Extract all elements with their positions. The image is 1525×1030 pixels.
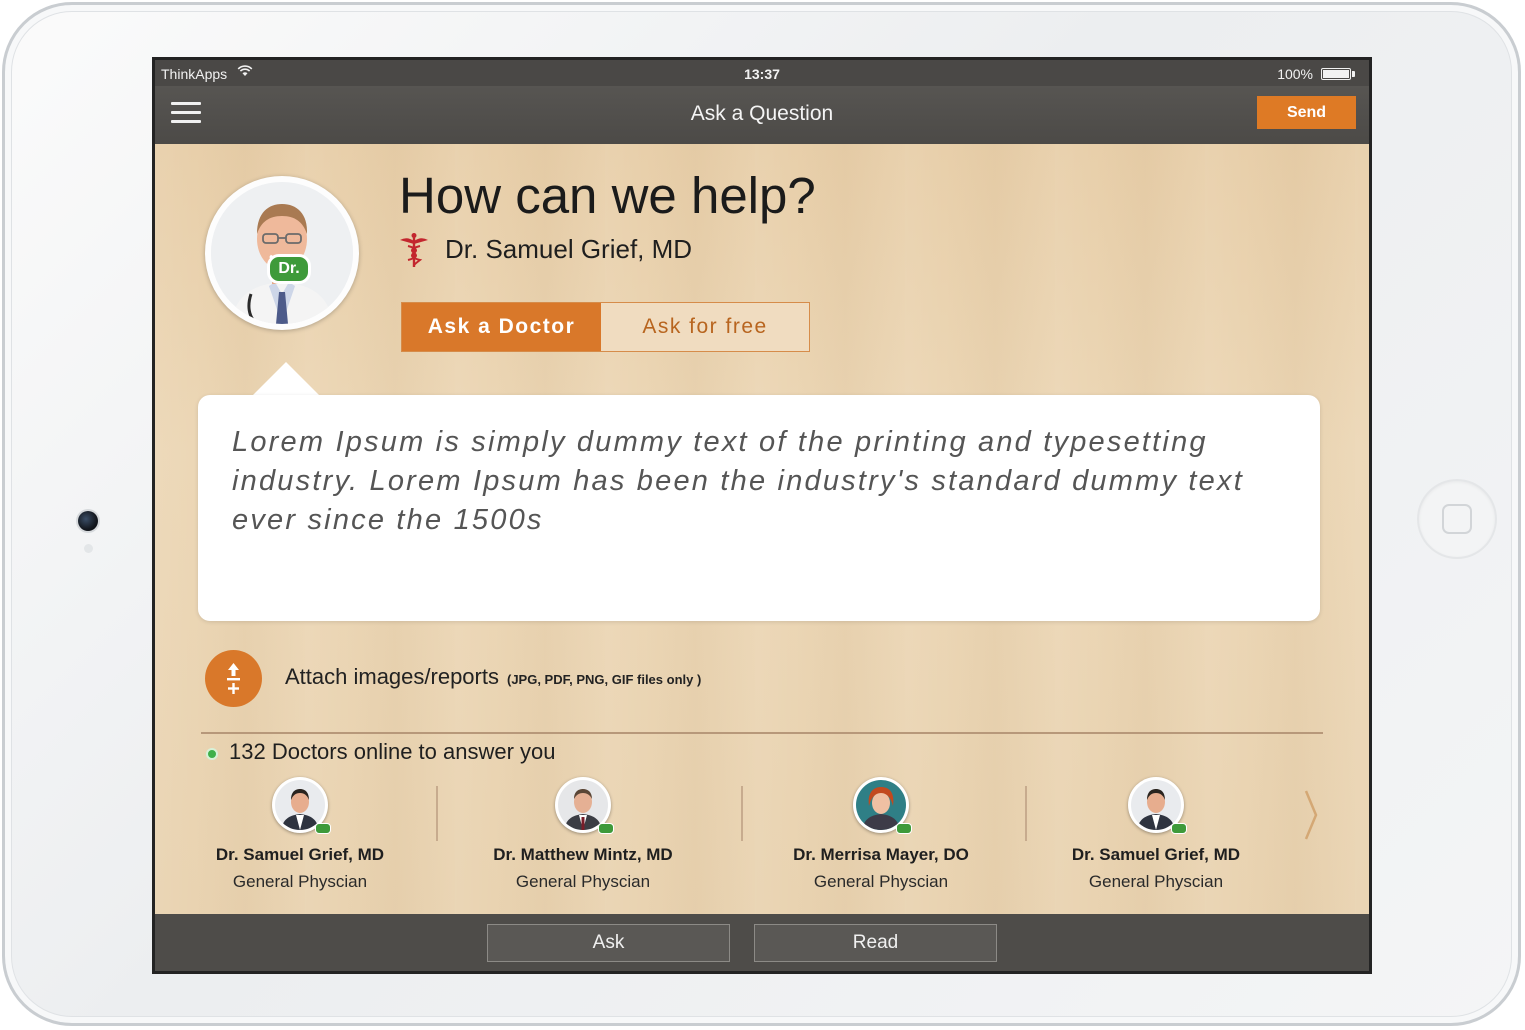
attach-label: Attach images/reports (JPG, PDF, PNG, GIF… [285, 664, 701, 690]
doctor-name: Dr. Samuel Grief, MD [445, 234, 693, 264]
doctor-name: Dr. Samuel Grief, MD [1071, 845, 1241, 864]
doctor-role: General Physcian [515, 872, 651, 891]
question-pointer [252, 362, 320, 396]
attach-file-types: (JPG, PDF, PNG, GIF files only ) [506, 672, 702, 687]
question-textarea[interactable]: Lorem Ipsum is simply dummy text of the … [198, 395, 1320, 621]
main-content: Dr. How can we help? Dr. Samuel Grief, M… [155, 144, 1369, 914]
dr-badge [315, 823, 331, 834]
battery-icon [1321, 68, 1351, 80]
status-bar: ThinkApps 13:37 100% [155, 60, 1369, 86]
bottom-tab-bar: Ask Read [155, 914, 1369, 971]
send-button[interactable]: Send [1257, 96, 1356, 129]
avatar [272, 777, 331, 834]
chevron-right-icon[interactable] [1303, 789, 1319, 841]
card-separator [436, 786, 438, 841]
page-title: Ask a Question [690, 102, 834, 125]
avatar [1128, 777, 1187, 834]
home-button[interactable] [1419, 481, 1495, 557]
headline: How can we help? [399, 167, 816, 224]
dr-badge [896, 823, 912, 834]
ask-a-doctor-tab[interactable]: Ask a Doctor [402, 303, 601, 351]
doctor-card[interactable]: Dr. Samuel Grief, MD General Physcian [165, 777, 435, 892]
doctor-card[interactable]: Dr. Merrisa Mayer, DO General Physcian [746, 777, 1016, 892]
doctor-role: General Physcian [813, 872, 949, 891]
doctor-role: General Physcian [232, 872, 368, 891]
sensor-dot [84, 544, 93, 553]
doctor-card[interactable]: Dr. Matthew Mintz, MD General Physcian [448, 777, 718, 892]
card-separator [741, 786, 743, 841]
upload-icon [227, 663, 240, 694]
ask-for-free-tab[interactable]: Ask for free [601, 303, 809, 351]
dr-badge [1171, 823, 1187, 834]
doctor-avatar [205, 176, 359, 330]
avatar [555, 777, 614, 834]
attach-text: Attach images/reports [285, 664, 499, 689]
online-indicator-icon [206, 748, 218, 760]
camera-icon [78, 511, 98, 531]
ask-tab-button[interactable]: Ask [487, 924, 730, 962]
online-count: 132 Doctors online to answer you [229, 739, 556, 764]
clock: 13:37 [744, 66, 780, 82]
home-square-icon [1442, 504, 1472, 534]
doctor-name: Dr. Samuel Grief, MD [215, 845, 385, 864]
doctor-card[interactable]: Dr. Samuel Grief, MD General Physcian [1021, 777, 1291, 892]
dr-badge [598, 823, 614, 834]
nav-bar: Ask a Question Send [155, 86, 1369, 144]
mode-toggle: Ask a Doctor Ask for free [401, 302, 810, 352]
caduceus-icon [400, 233, 428, 267]
read-tab-button[interactable]: Read [754, 924, 997, 962]
attach-button[interactable] [205, 650, 262, 707]
section-divider [201, 732, 1323, 734]
doctor-name: Dr. Matthew Mintz, MD [493, 845, 673, 864]
question-text: Lorem Ipsum is simply dummy text of the … [232, 426, 1244, 536]
app-screen: ThinkApps 13:37 100% Ask a Question Send [152, 57, 1372, 974]
doctor-name: Dr. Merrisa Mayer, DO [793, 845, 969, 864]
doctor-role: General Physcian [1088, 872, 1224, 891]
battery-percent: 100% [1277, 66, 1313, 82]
doctor-portrait-icon [211, 182, 353, 324]
dr-badge: Dr. [267, 254, 311, 284]
avatar [853, 777, 912, 834]
battery-tip [1352, 71, 1355, 77]
